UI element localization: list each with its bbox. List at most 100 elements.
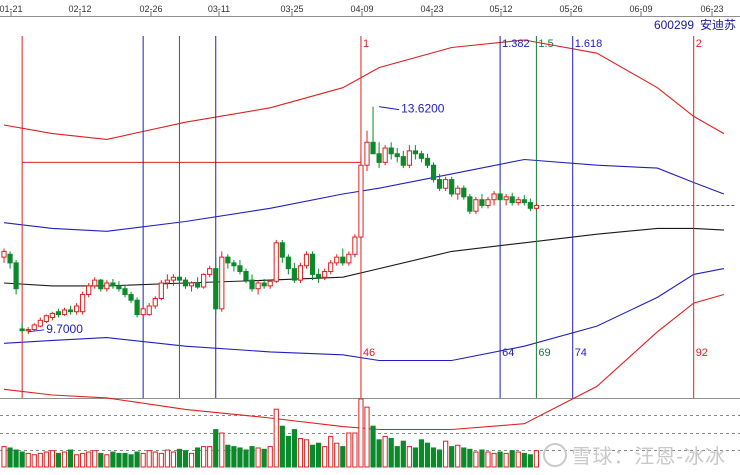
candle-body-up [207, 268, 213, 275]
volume-bar-up [515, 451, 521, 468]
candle-body-up [104, 282, 110, 290]
volume-bar-down [116, 452, 122, 468]
x-tick-label: 05-26 [559, 4, 582, 14]
candle-body-up [1, 250, 7, 258]
candle-body-down [122, 288, 128, 295]
volume-bar-up [164, 449, 170, 468]
volume-bar-up [533, 450, 539, 468]
candle-body-down [430, 164, 437, 181]
candle-body-down [67, 309, 74, 313]
candle-body-down [285, 256, 291, 270]
volume-bar-up [207, 446, 213, 468]
candle-body-up [92, 279, 98, 287]
candle-body-up [61, 309, 68, 316]
volume-bar-up [322, 446, 328, 468]
candle-body-down [110, 282, 116, 287]
candle-body-up [188, 282, 195, 287]
candle-body-up [152, 298, 158, 307]
band-middle [3, 227, 724, 287]
volume-bar-up [219, 432, 225, 468]
volume-bar-up [140, 452, 146, 468]
volume-bar-down [449, 446, 455, 468]
volume-bar-up [485, 451, 491, 468]
volume-bar-up [152, 451, 158, 468]
candle-body-up [297, 265, 304, 281]
candle-body-up [140, 308, 146, 316]
candle-body-up [219, 256, 225, 310]
ticker-code: 600299 [654, 18, 694, 32]
volume-bar-up [86, 451, 92, 468]
candle-body-down [231, 262, 237, 267]
candle-body-down [461, 187, 467, 198]
time-line-ratio: 1.382 [502, 38, 530, 50]
candle-body-down [370, 141, 376, 155]
volume-bar-down [479, 449, 485, 468]
candle-body-down [437, 179, 443, 189]
candle-body-up [158, 282, 164, 300]
time-line-count: 64 [502, 347, 514, 359]
volume-bar-up [358, 398, 364, 468]
candle-body-up [533, 204, 539, 209]
candle-body-down [418, 153, 425, 159]
candle-body-up [352, 236, 358, 255]
x-tick-label: 03-25 [280, 4, 303, 14]
volume-bar-down [376, 439, 382, 468]
volume-bar-down [55, 452, 62, 468]
candle-body-up [255, 282, 261, 290]
volume-bar-up [92, 450, 98, 468]
volume-bar-up [74, 454, 80, 468]
candle-body-down [13, 262, 19, 290]
volume-bar-up [158, 452, 164, 468]
candle-body-up [346, 253, 352, 264]
candle-body-down [176, 276, 183, 281]
volume-bar-up [37, 452, 43, 468]
candle-body-down [291, 268, 297, 281]
volume-bar-down [394, 446, 400, 468]
volume-bar-down [19, 451, 25, 468]
candle-body-up [334, 256, 340, 264]
volume-bar-down [7, 447, 13, 468]
candle-body-down [116, 285, 122, 290]
candle-body-down [316, 273, 322, 278]
candle-body-up [503, 196, 509, 201]
candle-body-up [406, 150, 412, 166]
x-tick-label: 02-12 [68, 4, 91, 14]
volume-bar-up [43, 451, 49, 468]
volume-bar-down [424, 442, 431, 468]
candle-body-down [261, 282, 267, 287]
candle-body-down [243, 271, 249, 281]
candle-body-down [388, 147, 394, 155]
x-tick-label: 02-26 [139, 4, 162, 14]
candle-body-up [485, 199, 491, 206]
candle-body-up [201, 273, 207, 288]
volume-bar-up [31, 454, 37, 468]
grid-layer [0, 16, 740, 451]
x-tick-label: 06-09 [629, 4, 652, 14]
candlestick-chart: 01-21 02-12 02-26 03-11 03-25 04-09 04-23 05-12… [0, 4, 740, 468]
volume-bar-down [122, 452, 128, 468]
volume-bar-down [461, 447, 467, 468]
x-tick-label: 04-09 [350, 4, 373, 14]
candle-body-up [31, 324, 37, 331]
snowball-logo-icon [543, 443, 568, 467]
volume-bar-down [261, 448, 267, 468]
candle-body-up [80, 293, 86, 313]
time-line-count: 74 [575, 347, 587, 359]
volume-bar-down [182, 450, 189, 468]
time-line-count: 92 [696, 347, 708, 359]
volume-bar-down [309, 444, 316, 468]
candle-body-down [479, 199, 485, 206]
candle-body-up [382, 147, 388, 163]
volume-bar-down [497, 451, 503, 468]
volume-bar-down [249, 446, 255, 468]
volume-bar-down [437, 449, 443, 468]
candle-body-up [273, 242, 279, 282]
x-tick-label: 04-23 [420, 4, 443, 14]
volume-bar-up [443, 440, 449, 468]
band-red-lower [3, 293, 725, 431]
volume-bar-down [340, 446, 346, 468]
candle-body-down [467, 196, 473, 212]
volume-bar-up [170, 451, 177, 468]
volume-bar-up [382, 435, 388, 468]
x-tick-label: 06-23 [700, 4, 723, 14]
